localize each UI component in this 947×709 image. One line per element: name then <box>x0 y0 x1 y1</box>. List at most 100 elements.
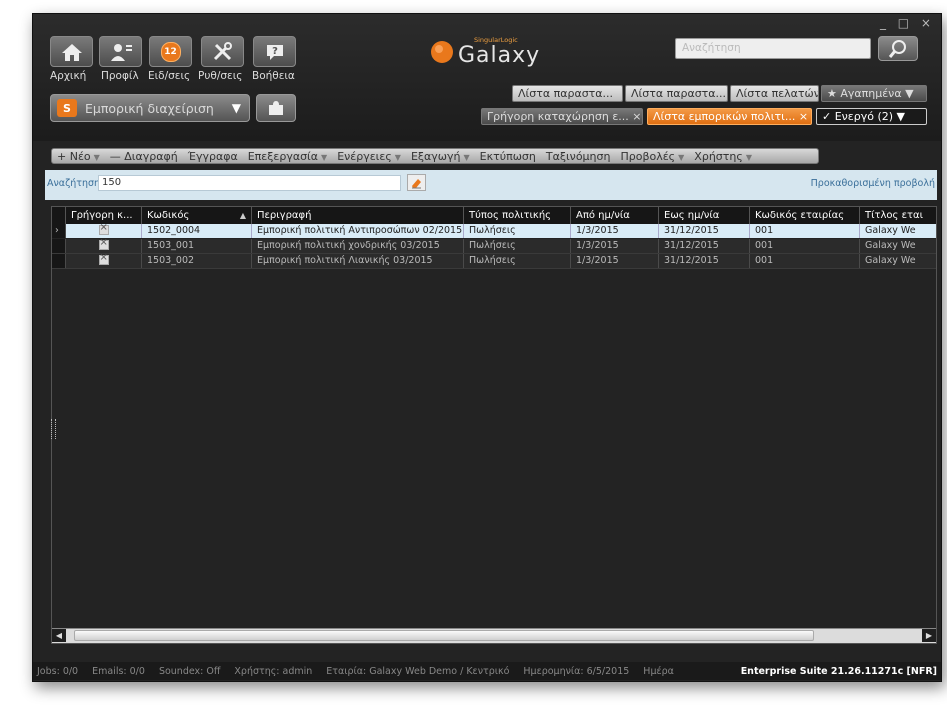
help-button[interactable]: ? <box>253 36 296 67</box>
settings-button[interactable] <box>201 36 244 67</box>
eraser-icon <box>412 178 421 188</box>
global-search-input[interactable]: Αναζήτηση <box>675 38 871 59</box>
tab-customers[interactable]: Λίστα πελατών <box>730 85 819 102</box>
actions-label: Ενέργειες <box>337 149 392 163</box>
table-row[interactable]: 1503_002 Εμπορική πολιτική Λιανικής 03/2… <box>52 254 936 269</box>
settings-tools-icon <box>213 41 232 60</box>
module-selector[interactable]: S Εμπορική διαχείριση ▼ <box>50 94 250 122</box>
actions-button[interactable]: Ενέργειες ▼ <box>332 150 406 163</box>
panel-splitter-handle[interactable] <box>51 419 56 439</box>
cell-to-date: 31/12/2015 <box>659 254 750 268</box>
quick-entry-checkbox[interactable] <box>66 254 142 268</box>
cell-description: Εμπορική πολιτική Αντιπροσώπων 02/2015 <box>252 224 464 238</box>
cell-policy-type: Πωλήσεις <box>464 224 571 238</box>
module-label: Εμπορική διαχείριση <box>85 100 214 116</box>
default-view-link[interactable]: Προκαθορισμένη προβολή <box>811 178 935 189</box>
delete-button[interactable]: — Διαγραφή <box>105 150 183 163</box>
settings-label: Ρυθ/σεις <box>198 70 243 82</box>
search-icon <box>888 39 906 58</box>
edit-button[interactable]: Επεξεργασία ▼ <box>243 150 332 163</box>
notifications-icon: 12 <box>160 41 181 62</box>
cell-code: 1503_002 <box>142 254 252 268</box>
chevron-down-icon: ▼ <box>321 152 328 162</box>
new-button[interactable]: + Νέο ▼ <box>52 150 105 163</box>
cell-company-title: Galaxy We <box>865 240 916 251</box>
profile-label: Προφίλ <box>101 70 139 82</box>
search-panel-input[interactable]: 150 <box>98 175 401 191</box>
table-row[interactable]: › 1502_0004 Εμπορική πολιτική Αντιπροσώπ… <box>52 224 936 238</box>
toolbar: + Νέο ▼ — Διαγραφή Έγγραφα Επεξεργασία ▼ Ε… <box>51 148 819 164</box>
user-label: Χρήστης <box>694 149 743 163</box>
cell-code: 1502_0004 <box>142 224 252 238</box>
edit-label: Επεξεργασία <box>247 149 319 163</box>
views-label: Προβολές <box>620 149 676 163</box>
scroll-right-icon[interactable]: ▶ <box>922 629 936 642</box>
status-user: Χρήστης: admin <box>234 665 313 677</box>
table-row[interactable]: 1503_001 Εμπορική πολιτική χονδρικής 03/… <box>52 239 936 254</box>
chevron-down-icon: ▼ <box>463 152 470 162</box>
column-header-company-title[interactable]: Τίτλος εται <box>860 207 936 224</box>
horizontal-scrollbar[interactable]: ◀ ▶ <box>52 628 936 643</box>
column-header-company-code[interactable]: Κωδικός εταιρίας <box>750 207 860 224</box>
notifications-button[interactable]: 12 <box>149 36 192 67</box>
column-header-code[interactable]: Κωδικός ▲ <box>142 207 252 224</box>
column-header-to-date[interactable]: Εως ημ/νία <box>659 207 750 224</box>
cell-company-title: Galaxy We <box>865 225 916 236</box>
row-indicator <box>52 254 66 268</box>
tab-list-2[interactable]: Λίστα παραστα... <box>625 85 728 102</box>
scroll-left-icon[interactable]: ◀ <box>52 629 66 642</box>
cell-company-code: 001 <box>750 254 860 268</box>
home-icon <box>61 43 82 61</box>
row-indicator-icon: › <box>52 224 66 238</box>
addons-button[interactable] <box>256 94 296 122</box>
column-header-policy-type[interactable]: Τύπος πολιτικής <box>464 207 571 224</box>
home-button[interactable] <box>50 36 93 67</box>
clear-search-button[interactable] <box>407 174 426 191</box>
export-label: Εξαγωγή <box>410 149 461 163</box>
window-controls[interactable]: _ □ × <box>880 16 935 30</box>
cell-description: Εμπορική πολιτική Λιανικής 03/2015 <box>252 254 464 268</box>
tab-list-1[interactable]: Λίστα παραστα... <box>512 85 623 102</box>
cell-description: Εμπορική πολιτική χονδρικής 03/2015 <box>252 239 464 253</box>
chevron-down-icon: ▼ <box>678 152 685 162</box>
profile-button[interactable] <box>99 36 142 67</box>
cell-from-date: 1/3/2015 <box>571 254 659 268</box>
tab-quick-entry[interactable]: Γρήγορη καταχώρηση ε... × <box>481 108 643 125</box>
documents-button[interactable]: Έγγραφα <box>183 150 243 163</box>
column-header-description[interactable]: Περιγραφή <box>252 207 464 224</box>
delete-label: Διαγραφή <box>124 149 178 163</box>
chevron-down-icon: ▼ <box>93 152 100 162</box>
notifications-label: Ειδ/σεις <box>148 70 191 82</box>
favorites-menu[interactable]: ★ Αγαπημένα ▼ <box>821 85 927 102</box>
status-company: Εταιρία: Galaxy Web Demo / Κεντρικό <box>326 665 510 677</box>
app-window: _ □ × Αρχική Προφίλ 12 Ειδ/σεις Ρυθ/σεις… <box>32 13 942 682</box>
chevron-down-icon: ▼ <box>231 101 241 115</box>
print-button[interactable]: Εκτύπωση <box>475 150 541 163</box>
plus-icon: + <box>57 149 70 163</box>
status-soundex: Soundex: Off <box>158 665 221 677</box>
column-header-quick[interactable]: Γρήγορη κ... <box>66 207 142 224</box>
quick-entry-checkbox[interactable] <box>66 224 142 238</box>
search-panel: Αναζήτηση 150 Προκαθορισμένη προβολή <box>45 170 937 200</box>
table-header: Γρήγορη κ... Κωδικός ▲ Περιγραφή Τύπος πο… <box>52 207 936 224</box>
row-indicator-header <box>52 207 66 224</box>
status-suite-version: Enterprise Suite 21.26.11271c [NFR] <box>740 665 937 677</box>
cell-from-date: 1/3/2015 <box>571 239 659 253</box>
help-icon: ? <box>266 44 283 60</box>
puzzle-icon <box>269 101 283 115</box>
scrollbar-thumb[interactable] <box>74 630 814 641</box>
export-button[interactable]: Εξαγωγή ▼ <box>406 150 475 163</box>
new-label: Νέο <box>69 149 91 163</box>
cell-company-code: 001 <box>750 239 860 253</box>
search-button[interactable] <box>878 36 918 61</box>
column-header-code-label: Κωδικός <box>147 210 190 221</box>
quick-entry-checkbox[interactable] <box>66 239 142 253</box>
home-label: Αρχική <box>50 70 87 82</box>
views-button[interactable]: Προβολές ▼ <box>615 150 689 163</box>
tab-commercial-policies[interactable]: Λίστα εμπορικών πολιτι... × <box>647 108 812 125</box>
column-header-from-date[interactable]: Από ημ/νία <box>571 207 659 224</box>
galaxy-logo: SingularLogic Galaxy <box>428 30 568 70</box>
user-button[interactable]: Χρήστης ▼ <box>689 150 757 163</box>
sort-button[interactable]: Ταξινόμηση <box>541 150 616 163</box>
active-menu[interactable]: ✓ Ενεργό (2) ▼ <box>816 108 927 125</box>
